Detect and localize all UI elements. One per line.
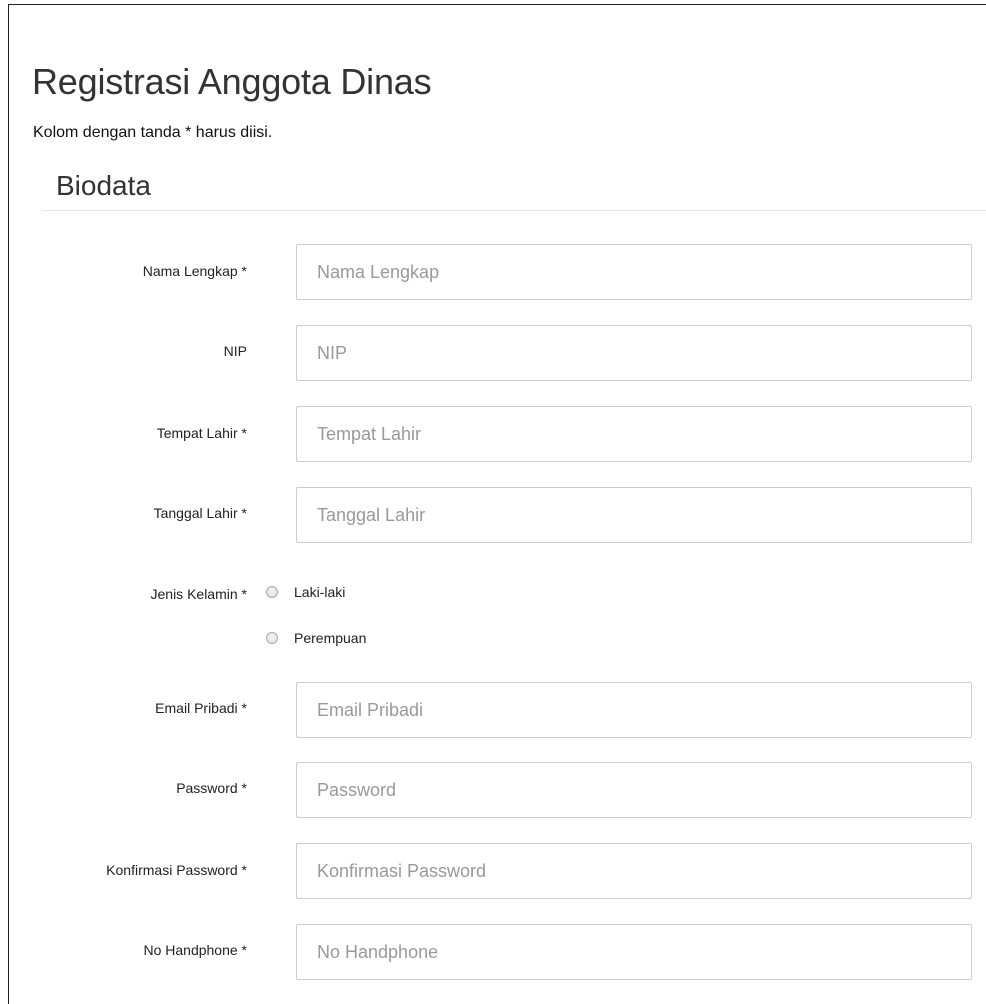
- radio-perempuan[interactable]: Perempuan: [266, 630, 366, 646]
- section-divider: [42, 210, 986, 211]
- password-input[interactable]: [296, 762, 972, 818]
- konfirmasi-password-label: Konfirmasi Password *: [106, 862, 247, 878]
- radio-circle-icon[interactable]: [266, 632, 278, 644]
- konfirmasi-password-input[interactable]: [296, 843, 972, 899]
- radio-laki-laki[interactable]: Laki-laki: [266, 584, 345, 600]
- password-label: Password *: [176, 780, 247, 796]
- no-handphone-input[interactable]: [296, 924, 972, 980]
- email-pribadi-input[interactable]: [296, 682, 972, 738]
- radio-perempuan-label: Perempuan: [294, 630, 367, 646]
- tempat-lahir-input[interactable]: [296, 406, 972, 462]
- tempat-lahir-label: Tempat Lahir *: [156, 425, 247, 441]
- nama-lengkap-label: Nama Lengkap *: [142, 263, 247, 279]
- page-title: Registrasi Anggota Dinas: [32, 61, 432, 102]
- jenis-kelamin-label: Jenis Kelamin *: [150, 586, 248, 602]
- nip-label: NIP: [223, 343, 247, 359]
- tanggal-lahir-label: Tanggal Lahir *: [153, 505, 247, 521]
- nama-lengkap-input[interactable]: [296, 244, 972, 300]
- required-hint: Kolom dengan tanda * harus diisi.: [33, 124, 273, 141]
- radio-circle-icon[interactable]: [266, 586, 278, 598]
- radio-laki-laki-label: Laki-laki: [294, 584, 346, 600]
- no-handphone-label: No Handphone *: [143, 942, 247, 958]
- nip-input[interactable]: [296, 325, 972, 381]
- section-title-biodata: Biodata: [56, 170, 151, 201]
- tanggal-lahir-input[interactable]: [296, 487, 972, 543]
- email-pribadi-label: Email Pribadi *: [155, 700, 247, 716]
